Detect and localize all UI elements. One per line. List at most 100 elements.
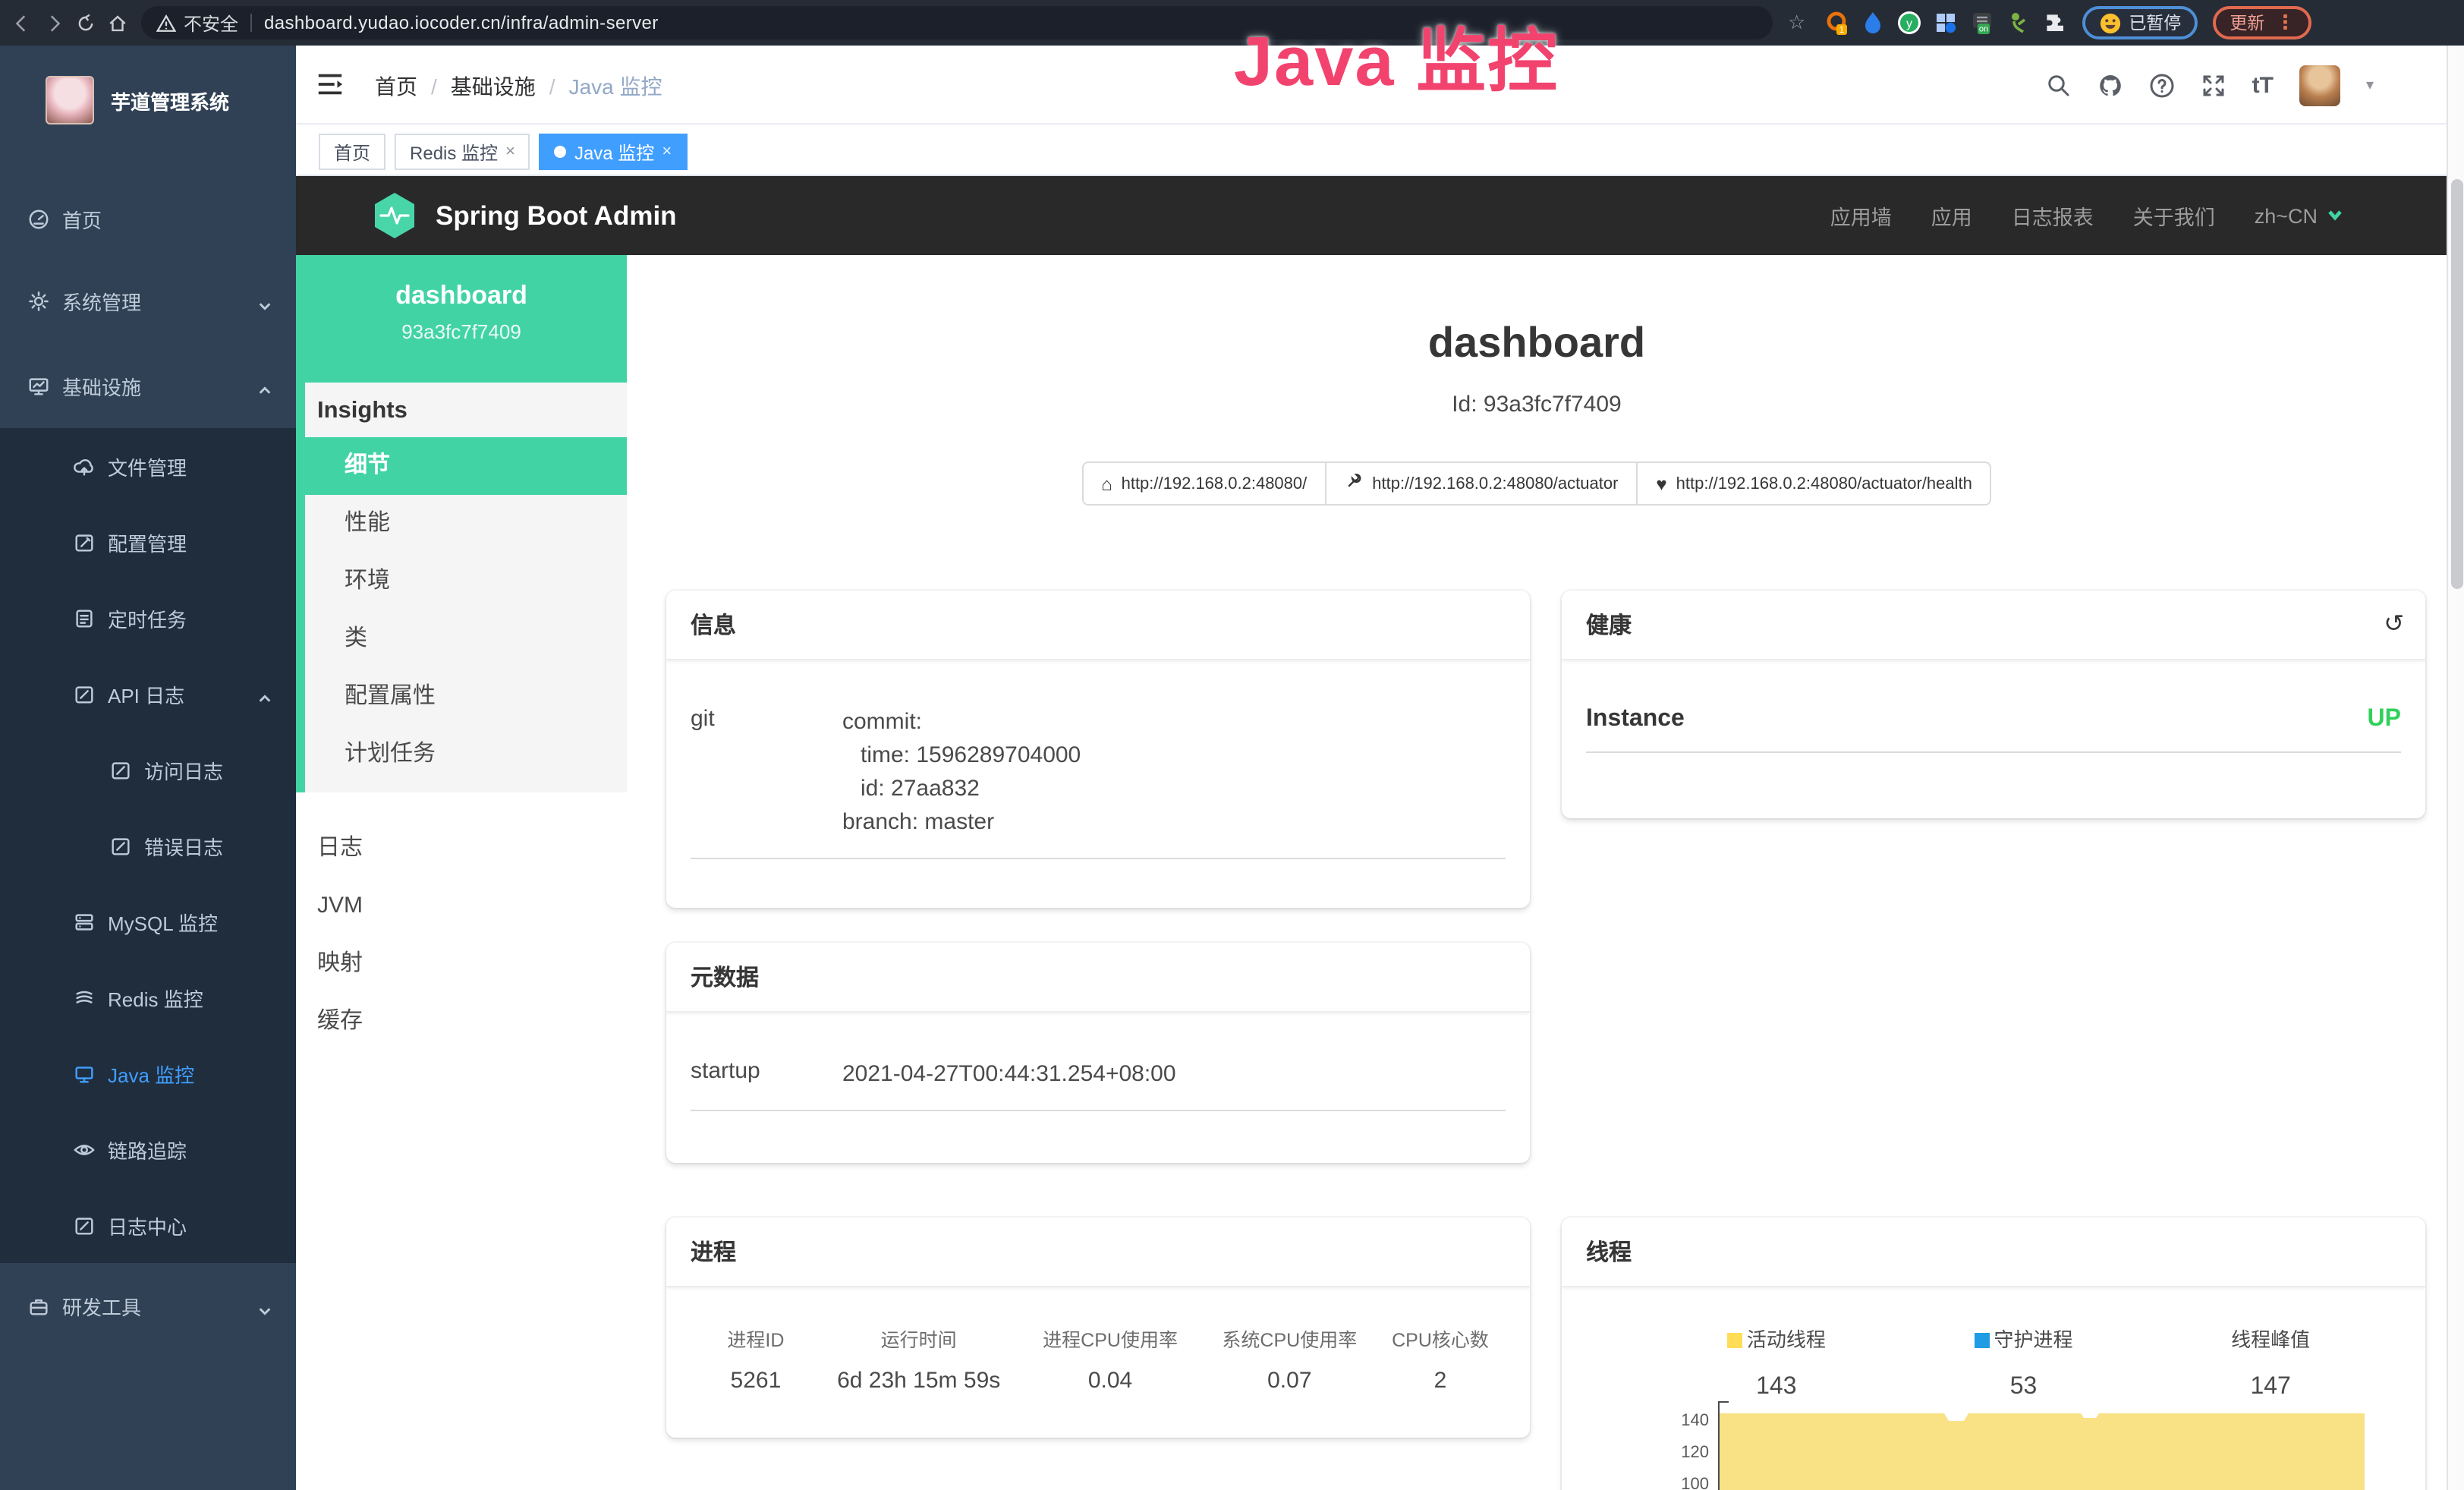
extension-icon[interactable]: y [1896, 11, 1921, 35]
sidebar-item-file-management[interactable]: 文件管理 [0, 428, 296, 504]
sba-nav-journal[interactable]: 日志报表 [2012, 200, 2094, 231]
endpoint-actuator-chip[interactable]: http://192.168.0.2:48080/actuator [1325, 461, 1638, 506]
process-table-headers: 进程ID 运行时间 进程CPU使用率 系统CPU使用率 CPU核心数 [691, 1324, 1506, 1353]
history-icon[interactable]: ↺ [2384, 609, 2404, 639]
endpoint-url: http://192.168.0.2:48080/actuator/health [1676, 474, 1972, 493]
sidebar-item-log-center[interactable]: 日志中心 [0, 1187, 296, 1263]
sidebar-item-access-log[interactable]: 访问日志 [0, 732, 296, 808]
active-dot [555, 146, 567, 158]
profile-paused-badge[interactable]: 已暂停 [2082, 6, 2198, 39]
tag-redis-monitor[interactable]: Redis 监控 × [395, 134, 530, 170]
sidebar-item-tracing[interactable]: 链路追踪 [0, 1111, 296, 1187]
tag-java-monitor[interactable]: Java 监控 × [540, 134, 687, 170]
breadcrumb-home[interactable]: 首页 [375, 71, 417, 102]
sba-header: Spring Boot Admin 应用墙 应用 日志报表 关于我们 zh~CN [296, 176, 2447, 255]
puzzle-extensions-icon[interactable] [2042, 11, 2066, 35]
endpoint-home-chip[interactable]: ⌂ http://192.168.0.2:48080/ [1081, 461, 1326, 506]
extension-icon[interactable] [1933, 11, 1957, 35]
y-tick-140: 140 [1653, 1412, 1709, 1430]
y-axis-top-tick [1718, 1401, 1729, 1403]
info-git-row: git commit: time: 1596289704000 id: 27aa… [691, 706, 1506, 859]
sba-menu-metrics[interactable]: 性能 [296, 495, 627, 553]
github-icon[interactable] [2097, 72, 2123, 98]
search-icon[interactable] [2046, 72, 2072, 98]
health-card-header: 健康 ↺ [1562, 591, 2425, 660]
sidebar-item-infrastructure[interactable]: 基础设施 [0, 343, 296, 428]
sidebar-item-mysql-monitor[interactable]: MySQL 监控 [0, 884, 296, 959]
extension-icon[interactable] [1860, 11, 1884, 35]
layers-icon [73, 986, 96, 1009]
breadcrumb-infrastructure[interactable]: 基础设施 [451, 71, 536, 102]
sba-menu-logs[interactable]: 日志 [296, 820, 627, 877]
sba-menu-scheduled-tasks[interactable]: 计划任务 [296, 726, 627, 783]
extension-icon[interactable]: on [1969, 11, 1994, 35]
app-title: 芋道管理系统 [111, 86, 229, 115]
y-tick-100: 100 [1653, 1476, 1709, 1490]
sba-menu-caches[interactable]: 缓存 [296, 993, 627, 1051]
reload-icon[interactable] [76, 13, 96, 33]
hamburger-icon[interactable] [316, 70, 345, 99]
col-pid: 进程ID [691, 1324, 821, 1353]
browser-menu-icon[interactable]: ⋮ [2275, 11, 2295, 35]
sidebar-item-scheduled-jobs[interactable]: 定时任务 [0, 580, 296, 656]
back-icon[interactable] [12, 13, 32, 33]
threads-legend: 活动线程 143 守护进程 53 线程峰值 147 [1653, 1324, 2395, 1401]
sba-locale-select[interactable]: zh~CN [2255, 204, 2343, 227]
sidebar-item-config-management[interactable]: 配置管理 [0, 504, 296, 580]
sidebar-item-system[interactable]: 系统管理 [0, 258, 296, 343]
app-logo[interactable]: 芋道管理系统 [0, 58, 296, 143]
user-avatar[interactable] [2299, 65, 2340, 106]
instance-id: 93a3fc7f7409 [296, 320, 627, 343]
help-icon[interactable] [2149, 72, 2175, 98]
legend-blue-swatch [1974, 1333, 1989, 1348]
info-card: 信息 git commit: time: 1596289704000 id: 2… [666, 591, 1530, 908]
fullscreen-icon[interactable] [2201, 72, 2226, 98]
sba-nav-wallboard[interactable]: 应用墙 [1830, 200, 1892, 231]
sidebar-item-redis-monitor[interactable]: Redis 监控 [0, 959, 296, 1035]
wrench-icon [1345, 472, 1363, 495]
sidebar-item-home[interactable]: 首页 [0, 176, 296, 261]
font-size-icon[interactable]: tT [2252, 72, 2274, 98]
sba-nav-applications[interactable]: 应用 [1931, 200, 1972, 231]
chevron-up-icon [258, 379, 272, 392]
chrome-update-button[interactable]: 更新 ⋮ [2213, 6, 2311, 39]
health-card: 健康 ↺ Instance UP [1562, 591, 2425, 818]
sba-instance-header[interactable]: dashboard 93a3fc7f7409 [296, 255, 627, 383]
sidebar-item-error-log[interactable]: 错误日志 [0, 808, 296, 884]
sba-menu-classes[interactable]: 类 [296, 610, 627, 668]
avatar-caret-icon[interactable]: ▾ [2366, 77, 2374, 93]
close-icon[interactable]: × [505, 143, 515, 161]
page-scrollbar[interactable] [2447, 46, 2464, 1490]
extension-icon[interactable] [2006, 11, 2030, 35]
sba-nav-about[interactable]: 关于我们 [2133, 200, 2215, 231]
sidebar-item-dev-tools[interactable]: 研发工具 [0, 1263, 296, 1348]
sba-menu-mappings[interactable]: 映射 [296, 935, 627, 993]
paused-label: 已暂停 [2129, 11, 2181, 35]
sidebar-item-api-log[interactable]: API 日志 [0, 656, 296, 732]
scrollbar-thumb[interactable] [2451, 179, 2463, 589]
sidebar-item-label: 研发工具 [62, 1291, 141, 1320]
sidebar-submenu-infrastructure: 文件管理 配置管理 定时任务 API 日志 访问日志 错误日志 [0, 428, 296, 1263]
sidebar-item-java-monitor[interactable]: Java 监控 [0, 1035, 296, 1111]
legend-yellow-swatch [1727, 1333, 1742, 1348]
close-icon[interactable]: × [662, 143, 672, 161]
home-icon[interactable] [108, 13, 127, 33]
sidebar-item-label: 日志中心 [108, 1211, 187, 1240]
tag-home[interactable]: 首页 [319, 134, 385, 170]
sba-brand-title: Spring Boot Admin [436, 200, 677, 232]
forward-icon[interactable] [44, 13, 64, 33]
sba-menu-jvm[interactable]: JVM [296, 877, 627, 935]
url-text[interactable]: dashboard.yudao.iocoder.cn/infra/admin-s… [264, 12, 659, 33]
bookmark-star-icon[interactable]: ☆ [1788, 11, 1805, 35]
info-card-title: 信息 [666, 591, 1530, 660]
security-label[interactable]: 不安全 [184, 10, 238, 36]
sba-content: dashboard Id: 93a3fc7f7409 ⌂ http://192.… [627, 255, 2447, 1490]
legend-live-threads: 活动线程 143 [1653, 1324, 1900, 1401]
legend-daemon-threads: 守护进程 53 [1900, 1324, 2148, 1401]
extension-icon[interactable]: 1 [1824, 11, 1848, 35]
sba-menu-details[interactable]: 细节 [296, 437, 627, 495]
sba-menu-environment[interactable]: 环境 [296, 553, 627, 610]
sba-menu-config-props[interactable]: 配置属性 [296, 668, 627, 726]
health-label: Instance [1586, 706, 1685, 733]
endpoint-health-chip[interactable]: ♥ http://192.168.0.2:48080/actuator/heal… [1636, 461, 1991, 506]
